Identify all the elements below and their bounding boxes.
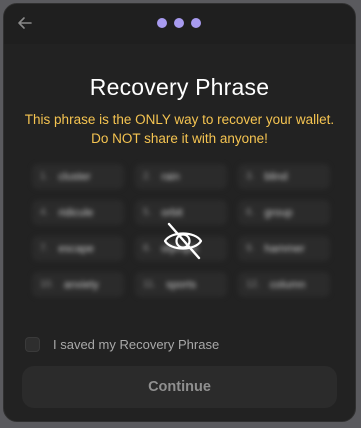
phrase-word: 3. blind xyxy=(238,164,330,189)
step-dot xyxy=(157,18,167,28)
word-number: 6. xyxy=(246,207,255,218)
continue-button[interactable]: Continue xyxy=(22,366,337,408)
word-text: anxiety xyxy=(63,278,99,291)
word-number: 5. xyxy=(143,207,152,218)
step-dot xyxy=(174,18,184,28)
phrase-word: 4. ridicule xyxy=(32,200,124,225)
phrase-word: 2. rain xyxy=(135,164,227,189)
step-indicator xyxy=(157,18,201,28)
phrase-word: 7. escape xyxy=(32,236,124,261)
word-text: cluster xyxy=(58,170,91,183)
phrase-word: 12. column xyxy=(238,272,330,297)
word-number: 11. xyxy=(143,279,157,290)
word-text: rain xyxy=(161,170,180,183)
page-title: Recovery Phrase xyxy=(89,74,270,100)
word-text: hammer xyxy=(264,242,305,255)
word-text: orbit xyxy=(161,206,183,219)
recovery-phrase-window: Recovery Phrase This phrase is the ONLY … xyxy=(3,3,356,422)
word-text: ridicule xyxy=(58,206,94,219)
word-text: escape xyxy=(58,242,94,255)
word-text: blind xyxy=(264,170,288,183)
word-number: 4. xyxy=(40,207,49,218)
word-text: sports xyxy=(166,278,197,291)
word-number: 10. xyxy=(40,279,54,290)
arrow-left-icon[interactable] xyxy=(16,14,34,32)
step-dot xyxy=(191,18,201,28)
saved-checkbox-row[interactable]: I saved my Recovery Phrase xyxy=(25,337,219,352)
word-text: group xyxy=(264,206,293,219)
word-text: column xyxy=(269,278,306,291)
top-bar xyxy=(4,4,355,44)
saved-label: I saved my Recovery Phrase xyxy=(53,337,220,352)
word-number: 3. xyxy=(246,171,255,182)
word-number: 1. xyxy=(40,171,49,182)
word-number: 2. xyxy=(143,171,152,182)
word-number: 12. xyxy=(246,279,260,290)
phrase-word: 10. anxiety xyxy=(32,272,124,297)
word-number: 8. xyxy=(143,243,152,254)
eye-off-icon[interactable] xyxy=(161,218,205,262)
word-number: 7. xyxy=(40,243,49,254)
saved-checkbox[interactable] xyxy=(25,337,40,352)
word-number: 9. xyxy=(246,243,255,254)
phrase-word: 9. hammer xyxy=(238,236,330,261)
warning-text: This phrase is the ONLY way to recover y… xyxy=(24,112,335,146)
phrase-word: 11. sports xyxy=(135,272,227,297)
phrase-word: 6. group xyxy=(238,200,330,225)
phrase-word: 1. cluster xyxy=(32,164,124,189)
